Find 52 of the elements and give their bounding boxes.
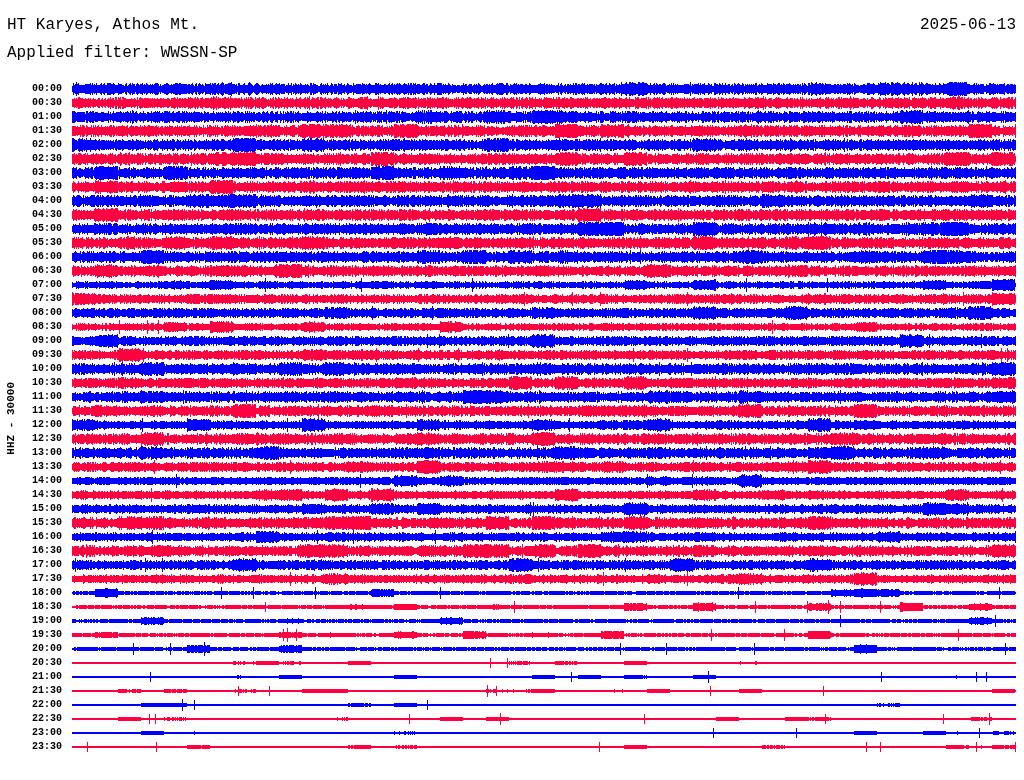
time-label: 14:00 (31, 475, 63, 487)
time-label: 20:00 (31, 643, 63, 655)
time-label: 03:30 (31, 181, 63, 193)
time-label: 05:00 (31, 223, 63, 235)
time-label: 19:30 (31, 629, 63, 641)
time-label: 00:30 (31, 97, 63, 109)
time-label: 08:30 (31, 321, 63, 333)
time-label: 00:00 (31, 83, 63, 95)
time-label: 15:30 (31, 517, 63, 529)
time-label: 11:30 (31, 405, 63, 417)
time-label: 22:00 (31, 699, 63, 711)
station-name: HT Karyes, Athos Mt. (7, 16, 200, 36)
time-label: 20:30 (31, 657, 63, 669)
time-label: 17:00 (31, 559, 63, 571)
time-label: 16:30 (31, 545, 63, 557)
time-label: 04:00 (31, 195, 63, 207)
time-label: 21:00 (31, 671, 63, 683)
channel-label: HHZ - 30000 (5, 381, 17, 455)
time-label: 09:00 (31, 335, 63, 347)
time-label: 07:00 (31, 279, 63, 291)
date-label: 2025-06-13 (920, 16, 1016, 36)
time-label: 11:00 (31, 391, 63, 403)
time-label: 17:30 (31, 573, 63, 585)
time-label: 02:30 (31, 153, 63, 165)
time-label: 13:30 (31, 461, 63, 473)
time-label: 01:00 (31, 111, 63, 123)
time-label: 19:00 (31, 615, 63, 627)
time-label: 06:00 (31, 251, 63, 263)
time-label: 15:00 (31, 503, 63, 515)
time-label: 04:30 (31, 209, 63, 221)
time-label: 12:30 (31, 433, 63, 445)
time-label: 02:00 (31, 139, 63, 151)
time-label: 10:30 (31, 377, 63, 389)
time-label: 03:00 (31, 167, 63, 179)
time-label: 22:30 (31, 713, 63, 725)
time-label: 12:00 (31, 419, 63, 431)
time-label: 21:30 (31, 685, 63, 697)
time-label: 07:30 (31, 293, 63, 305)
time-label: 13:00 (31, 447, 63, 459)
time-label: 23:00 (31, 727, 63, 739)
time-label: 09:30 (31, 349, 63, 361)
time-label: 23:30 (31, 741, 63, 753)
time-label: 16:00 (31, 531, 63, 543)
time-label: 14:30 (31, 489, 63, 501)
time-label: 06:30 (31, 265, 63, 277)
time-label: 18:00 (31, 587, 63, 599)
time-label: 10:00 (31, 363, 63, 375)
time-label: 08:00 (31, 307, 63, 319)
time-label: 01:30 (31, 125, 63, 137)
time-label: 18:30 (31, 601, 63, 613)
time-label: 05:30 (31, 237, 63, 249)
filter-label: Applied filter: WWSSN-SP (7, 44, 238, 62)
